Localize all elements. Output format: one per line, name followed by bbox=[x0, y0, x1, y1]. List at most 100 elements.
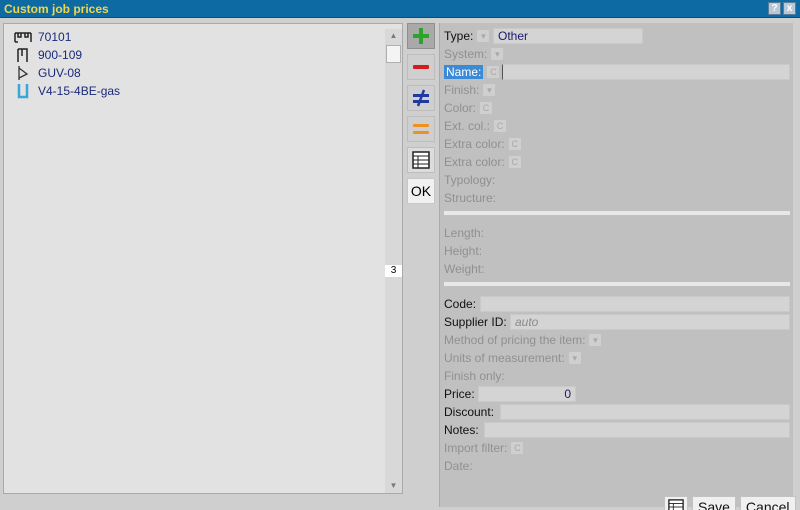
scroll-down-arrow-icon[interactable]: ▼ bbox=[385, 479, 402, 493]
color-c-button[interactable]: C bbox=[479, 101, 494, 115]
list-item[interactable]: GUV-08 bbox=[14, 64, 81, 82]
price-label: Price: bbox=[444, 387, 475, 401]
price-field[interactable]: 0 bbox=[478, 386, 576, 402]
method-dropdown[interactable]: ▾ bbox=[588, 333, 603, 347]
extra-color-2-row: Extra color: C bbox=[444, 154, 522, 170]
notes-label: Notes: bbox=[444, 423, 479, 437]
code-row: Code: bbox=[444, 296, 476, 312]
system-row: System: ▾ bbox=[444, 46, 505, 62]
remove-button[interactable] bbox=[407, 54, 435, 80]
type-dropdown[interactable]: ▾ bbox=[476, 29, 491, 43]
method-label: Method of pricing the item: bbox=[444, 333, 586, 347]
supplier-field[interactable]: auto bbox=[510, 314, 790, 330]
cancel-button[interactable]: Cancel bbox=[739, 496, 796, 510]
structure-label: Structure: bbox=[444, 191, 497, 205]
supplier-placeholder: auto bbox=[515, 315, 539, 329]
list-scrollbar[interactable]: ▲ 3 ▼ bbox=[385, 29, 402, 493]
table-button[interactable] bbox=[407, 147, 435, 173]
item-list: 70101 900-109 GUV-08 V4-15-4BE-gas ▲ 3 ▼ bbox=[3, 23, 403, 494]
grid-view-button[interactable] bbox=[664, 496, 688, 510]
scroll-up-arrow-icon[interactable]: ▲ bbox=[385, 29, 402, 43]
discount-field[interactable] bbox=[500, 404, 790, 420]
name-row: Name: C bbox=[444, 64, 501, 80]
glass-icon bbox=[17, 84, 29, 99]
units-dropdown[interactable]: ▾ bbox=[567, 351, 582, 365]
list-item[interactable]: 900-109 bbox=[14, 46, 82, 64]
type-value[interactable]: Other bbox=[493, 28, 643, 44]
import-filter-row: Import filter: C bbox=[444, 440, 525, 456]
price-row: Price: bbox=[444, 386, 475, 402]
length-row: Length: bbox=[444, 225, 484, 241]
import-filter-c-button[interactable]: C bbox=[510, 441, 525, 455]
name-field[interactable] bbox=[502, 64, 790, 80]
list-item-label: V4-15-4BE-gas bbox=[38, 84, 121, 98]
profile-icon bbox=[14, 32, 32, 43]
close-button[interactable]: x bbox=[783, 2, 796, 15]
ext-col-label: Ext. col.: bbox=[444, 119, 491, 133]
list-item[interactable]: 70101 bbox=[14, 28, 71, 46]
replace-button[interactable] bbox=[407, 85, 435, 111]
units-label: Units of measurement: bbox=[444, 351, 565, 365]
type-label: Type: bbox=[444, 29, 474, 43]
finish-only-label: Finish only: bbox=[444, 369, 505, 383]
minus-icon bbox=[413, 65, 429, 69]
table-icon bbox=[412, 151, 430, 169]
dialog-body: 70101 900-109 GUV-08 V4-15-4BE-gas ▲ 3 ▼ bbox=[0, 18, 800, 510]
name-label: Name: bbox=[444, 65, 484, 79]
typology-row: Typology: bbox=[444, 172, 495, 188]
finish-dropdown[interactable]: ▾ bbox=[482, 83, 497, 97]
extra-color-c-button[interactable]: C bbox=[507, 137, 522, 151]
not-equal-icon bbox=[413, 89, 429, 107]
title-bar: Custom job prices ? x bbox=[0, 0, 800, 18]
supplier-row: Supplier ID: bbox=[444, 314, 507, 330]
equal-button[interactable] bbox=[407, 116, 435, 142]
code-field[interactable] bbox=[480, 296, 790, 312]
table-icon bbox=[668, 499, 684, 510]
color-label: Color: bbox=[444, 101, 477, 115]
notes-row: Notes: bbox=[444, 422, 479, 438]
finish-row: Finish: ▾ bbox=[444, 82, 497, 98]
scroll-thumb[interactable] bbox=[386, 45, 401, 63]
length-label: Length: bbox=[444, 226, 485, 240]
equal-icon bbox=[413, 124, 429, 134]
list-item-label: 70101 bbox=[38, 30, 72, 44]
ok-button[interactable]: OK bbox=[407, 178, 435, 204]
discount-row: Discount: bbox=[444, 404, 494, 420]
footer-buttons: Save Cancel bbox=[664, 496, 796, 510]
weight-label: Weight: bbox=[444, 262, 485, 276]
system-dropdown[interactable]: ▾ bbox=[490, 47, 505, 61]
color-row: Color: C bbox=[444, 100, 494, 116]
clip-icon bbox=[18, 66, 29, 80]
item-form: Type: ▾ Other System: ▾ Name: C Finish: … bbox=[439, 23, 793, 507]
date-label: Date: bbox=[444, 459, 473, 473]
typology-label: Typology: bbox=[444, 173, 496, 187]
code-label: Code: bbox=[444, 297, 477, 311]
discount-label: Discount: bbox=[444, 405, 495, 419]
supplier-label: Supplier ID: bbox=[444, 315, 507, 329]
help-button[interactable]: ? bbox=[768, 2, 781, 15]
save-button[interactable]: Save bbox=[692, 496, 736, 510]
extra-color-2-c-button[interactable]: C bbox=[507, 155, 522, 169]
extra-color-2-label: Extra color: bbox=[444, 155, 505, 169]
finish-only-row: Finish only: bbox=[444, 368, 505, 384]
ext-col-c-button[interactable]: C bbox=[493, 119, 508, 133]
extra-color-label: Extra color: bbox=[444, 137, 505, 151]
ext-col-row: Ext. col.: C bbox=[444, 118, 508, 134]
notes-field[interactable] bbox=[484, 422, 790, 438]
window-title: Custom job prices bbox=[4, 2, 109, 16]
list-item-label: 900-109 bbox=[38, 48, 83, 62]
extra-color-row: Extra color: C bbox=[444, 136, 522, 152]
structure-row: Structure: bbox=[444, 190, 496, 206]
add-button[interactable] bbox=[407, 23, 435, 49]
height-label: Height: bbox=[444, 244, 483, 258]
name-c-button[interactable]: C bbox=[486, 65, 501, 79]
type-row: Type: ▾ bbox=[444, 28, 491, 44]
units-row: Units of measurement: ▾ bbox=[444, 350, 582, 366]
gasket-icon bbox=[17, 48, 28, 62]
system-label: System: bbox=[444, 47, 488, 61]
section-divider bbox=[444, 282, 790, 286]
weight-row: Weight: bbox=[444, 261, 484, 277]
list-item-label: GUV-08 bbox=[38, 66, 81, 80]
date-row: Date: bbox=[444, 458, 473, 474]
list-item[interactable]: V4-15-4BE-gas bbox=[14, 82, 120, 100]
